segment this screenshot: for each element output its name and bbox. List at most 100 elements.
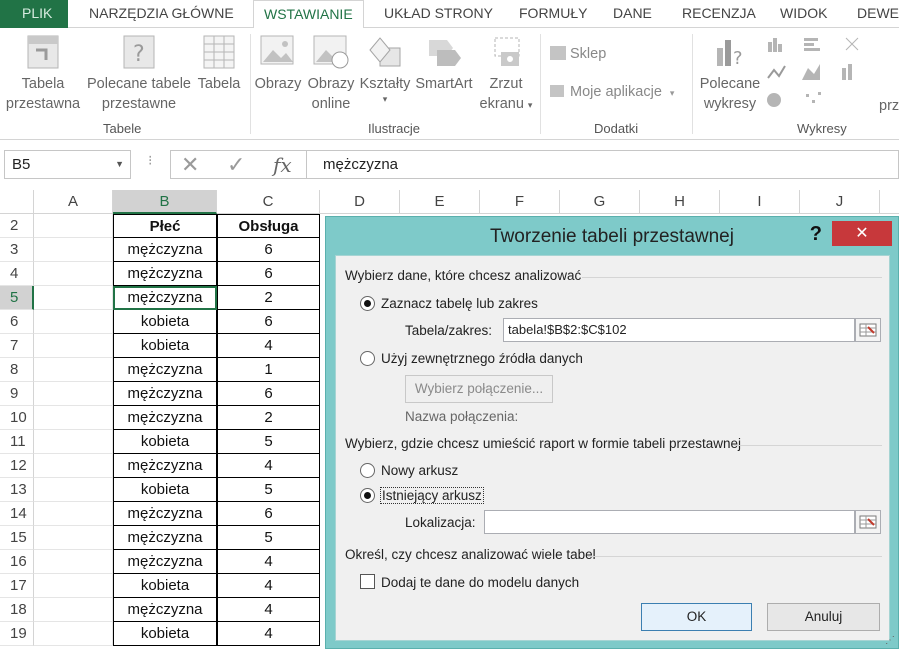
enter-icon[interactable]: ✓	[227, 151, 245, 179]
tab-formulas[interactable]: FORMUŁY	[519, 0, 587, 28]
close-button[interactable]: ✕	[832, 221, 892, 246]
cell-b[interactable]: kobieta	[113, 334, 217, 358]
cell-c[interactable]: 6	[217, 502, 320, 526]
column-header[interactable]: J	[800, 190, 880, 214]
formula-input[interactable]: mężczyzna	[306, 150, 899, 179]
cell-b[interactable]: mężczyzna	[113, 238, 217, 262]
shapes-button[interactable]: Kształty ▾	[357, 34, 413, 104]
tab-insert[interactable]: WSTAWIANIE	[253, 0, 364, 29]
range-collapse-button[interactable]	[855, 318, 881, 342]
radio-existing-sheet[interactable]	[360, 488, 375, 503]
choose-connection-button[interactable]: Wybierz połączenie...	[405, 375, 553, 403]
location-collapse-button[interactable]	[855, 510, 881, 534]
tab-review[interactable]: RECENZJA	[682, 0, 756, 28]
table-button[interactable]: Tabela	[194, 34, 244, 94]
column-header[interactable]: B	[113, 190, 217, 214]
name-box[interactable]: B5 ▼	[4, 150, 131, 179]
row-header[interactable]: 5	[0, 286, 34, 310]
row-header[interactable]: 16	[0, 550, 34, 574]
cell-c[interactable]: 1	[217, 358, 320, 382]
tab-data[interactable]: DANE	[613, 0, 652, 28]
cell-b[interactable]: kobieta	[113, 430, 217, 454]
tab-file[interactable]: PLIK	[0, 0, 68, 28]
cell-b[interactable]: mężczyzna	[113, 286, 217, 310]
radio-new-sheet[interactable]	[360, 463, 375, 478]
column-header[interactable]: H	[640, 190, 720, 214]
tab-view[interactable]: WIDOK	[780, 0, 827, 28]
ok-button[interactable]: OK	[641, 603, 752, 631]
row-header[interactable]: 19	[0, 622, 34, 646]
tab-developer[interactable]: DEWE	[857, 0, 899, 28]
pivot-table-button[interactable]: Tabela przestawna	[4, 34, 82, 114]
row-header[interactable]: 9	[0, 382, 34, 406]
formula-bar-grip-icon[interactable]: ⁝	[148, 152, 152, 169]
store-button[interactable]: Sklep	[550, 46, 606, 62]
cell-c[interactable]: 4	[217, 334, 320, 358]
cell-c[interactable]: 5	[217, 478, 320, 502]
recommended-pivot-button[interactable]: ? Polecane tabele przestawne	[84, 34, 194, 114]
row-header[interactable]: 4	[0, 262, 34, 286]
screenshot-button[interactable]: Zrzut ekranu ▾	[477, 34, 535, 115]
cell-c[interactable]: 4	[217, 550, 320, 574]
row-header[interactable]: 10	[0, 406, 34, 430]
cell-c[interactable]: 2	[217, 286, 320, 310]
column-header[interactable]: G	[560, 190, 640, 214]
cell-b[interactable]: mężczyzna	[113, 502, 217, 526]
cell-c[interactable]: 6	[217, 382, 320, 406]
column-header[interactable]: F	[480, 190, 560, 214]
cell-c[interactable]: 6	[217, 238, 320, 262]
cancel-icon[interactable]: ✕	[181, 151, 199, 179]
cell-c[interactable]: 4	[217, 454, 320, 478]
cell-c[interactable]: 6	[217, 310, 320, 334]
help-icon[interactable]: ?	[810, 223, 822, 246]
insert-function-icon[interactable]: fx	[273, 151, 292, 179]
row-header[interactable]: 17	[0, 574, 34, 598]
column-header[interactable]: E	[400, 190, 480, 214]
cancel-button[interactable]: Anuluj	[767, 603, 880, 631]
cell-b[interactable]: kobieta	[113, 622, 217, 646]
tab-home[interactable]: NARZĘDZIA GŁÓWNE	[89, 0, 234, 28]
row-header[interactable]: 15	[0, 526, 34, 550]
cell-c[interactable]: 4	[217, 574, 320, 598]
radio-select-table[interactable]	[360, 296, 375, 311]
location-field[interactable]	[484, 510, 855, 534]
row-header[interactable]: 2	[0, 214, 34, 238]
row-header[interactable]: 12	[0, 454, 34, 478]
cell-b[interactable]: mężczyzna	[113, 454, 217, 478]
row-header[interactable]: 6	[0, 310, 34, 334]
cell-c[interactable]: 6	[217, 262, 320, 286]
column-header[interactable]: A	[34, 190, 113, 214]
row-header[interactable]: 18	[0, 598, 34, 622]
cell-c[interactable]: 2	[217, 406, 320, 430]
cell-b[interactable]: mężczyzna	[113, 598, 217, 622]
row-header[interactable]: 3	[0, 238, 34, 262]
row-header[interactable]: 8	[0, 358, 34, 382]
column-header[interactable]: D	[320, 190, 400, 214]
cell-c[interactable]: 5	[217, 430, 320, 454]
my-apps-button[interactable]: Moje aplikacje ▾	[550, 84, 674, 100]
cell-b[interactable]: kobieta	[113, 310, 217, 334]
row-header[interactable]: 7	[0, 334, 34, 358]
cell-b[interactable]: mężczyzna	[113, 382, 217, 406]
cell-b[interactable]: kobieta	[113, 478, 217, 502]
cell-c[interactable]: 5	[217, 526, 320, 550]
tab-page-layout[interactable]: UKŁAD STRONY	[384, 0, 493, 28]
add-to-model-checkbox[interactable]	[360, 574, 375, 589]
cell-b[interactable]: mężczyzna	[113, 262, 217, 286]
cell-b[interactable]: mężczyzna	[113, 406, 217, 430]
cell-c[interactable]: 4	[217, 598, 320, 622]
resize-grip-icon[interactable]: ⋰	[885, 635, 895, 646]
smartart-button[interactable]: SmartArt	[413, 34, 475, 94]
range-field[interactable]: tabela!$B$2:$C$102	[503, 318, 855, 342]
cell-b[interactable]: mężczyzna	[113, 550, 217, 574]
column-header[interactable]: C	[217, 190, 320, 214]
cell-b[interactable]: kobieta	[113, 574, 217, 598]
cell-c[interactable]: Obsługa	[217, 214, 320, 238]
cell-b[interactable]: Płeć	[113, 214, 217, 238]
cell-c[interactable]: 4	[217, 622, 320, 646]
row-header[interactable]: 13	[0, 478, 34, 502]
recommended-charts-button[interactable]: ? Polecane wykresy	[697, 34, 763, 114]
select-all-corner[interactable]	[0, 190, 34, 214]
row-header[interactable]: 11	[0, 430, 34, 454]
column-header[interactable]: I	[720, 190, 800, 214]
